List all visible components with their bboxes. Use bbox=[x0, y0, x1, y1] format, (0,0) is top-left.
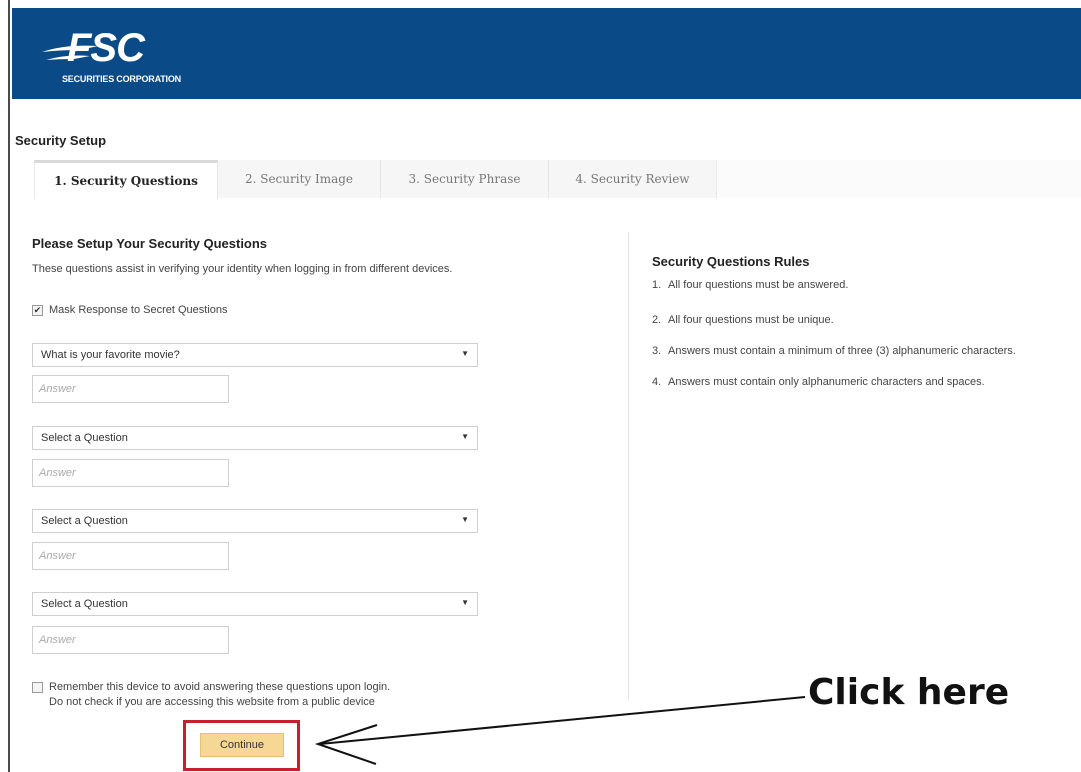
answer-placeholder: Answer bbox=[39, 550, 76, 562]
dropdown-arrow-icon: ▼ bbox=[461, 432, 469, 441]
logo-text: FSC bbox=[67, 26, 145, 70]
logo-subtitle: SECURITIES CORPORATION bbox=[62, 74, 181, 84]
question-select-2[interactable]: Select a Question ▼ bbox=[32, 426, 478, 450]
continue-button-label: Continue bbox=[219, 739, 265, 751]
answer-field-4[interactable]: Answer bbox=[32, 626, 229, 654]
page-title: Security Setup bbox=[15, 133, 107, 148]
rule-item: 4. Answers must contain only alphanumeri… bbox=[652, 375, 1052, 390]
remember-device-label: Remember this device to avoid answering … bbox=[49, 681, 391, 693]
question-select-1[interactable]: What is your favorite movie? ▼ bbox=[32, 343, 478, 367]
rule-text: All four questions must be answered. bbox=[668, 279, 849, 291]
rule-item: 3. Answers must contain a minimum of thr… bbox=[652, 344, 1032, 359]
dropdown-arrow-icon: ▼ bbox=[461, 515, 469, 524]
tab-bar-filler bbox=[717, 160, 1081, 198]
form-description: These questions assist in verifying your… bbox=[32, 263, 453, 275]
fsc-logo[interactable]: FSC SECURITIES CORPORATION bbox=[40, 18, 210, 88]
tab-security-phrase[interactable]: 3. Security Phrase bbox=[381, 160, 549, 198]
click-here-callout: Click here bbox=[808, 672, 1010, 713]
tab-security-image[interactable]: 2. Security Image bbox=[218, 160, 381, 198]
page-left-border bbox=[8, 0, 10, 772]
answer-placeholder: Answer bbox=[39, 467, 76, 479]
tab-label: 2. Security Image bbox=[244, 172, 354, 186]
remember-device-checkbox[interactable]: Remember this device to avoid answering … bbox=[32, 681, 390, 693]
rule-item: 1. All four questions must be answered. bbox=[652, 278, 1052, 293]
answer-field-1[interactable]: Answer bbox=[32, 375, 229, 403]
tab-bar: 1. Security Questions 2. Security Image … bbox=[34, 160, 1081, 199]
rules-title: Security Questions Rules bbox=[652, 254, 810, 269]
answer-field-2[interactable]: Answer bbox=[32, 459, 229, 487]
tab-security-questions[interactable]: 1. Security Questions bbox=[34, 160, 218, 199]
answer-placeholder: Answer bbox=[39, 383, 76, 395]
dropdown-arrow-icon: ▼ bbox=[461, 349, 469, 358]
rule-number: 1. bbox=[652, 279, 662, 291]
column-divider bbox=[628, 232, 629, 700]
question-select-value: Select a Question bbox=[41, 598, 128, 610]
answer-placeholder: Answer bbox=[39, 634, 76, 646]
mask-response-checkbox[interactable]: ✔ Mask Response to Secret Questions bbox=[32, 304, 228, 316]
remember-device-note: Do not check if you are accessing this w… bbox=[49, 696, 375, 708]
tab-label: 1. Security Questions bbox=[54, 174, 198, 188]
mask-response-label: Mask Response to Secret Questions bbox=[49, 304, 228, 316]
question-select-value: Select a Question bbox=[41, 515, 128, 527]
checkbox-checked-icon[interactable]: ✔ bbox=[32, 304, 43, 316]
rule-number: 2. bbox=[652, 314, 662, 326]
tab-label: 4. Security Review bbox=[575, 172, 690, 186]
continue-button[interactable]: Continue bbox=[200, 733, 284, 757]
checkbox-unchecked-icon[interactable] bbox=[32, 681, 43, 693]
form-heading: Please Setup Your Security Questions bbox=[32, 236, 268, 251]
rule-text: All four questions must be unique. bbox=[668, 314, 834, 326]
answer-field-3[interactable]: Answer bbox=[32, 542, 229, 570]
rule-item: 2. All four questions must be unique. bbox=[652, 313, 1052, 328]
question-select-4[interactable]: Select a Question ▼ bbox=[32, 592, 478, 616]
question-select-value: What is your favorite movie? bbox=[41, 349, 180, 361]
question-select-3[interactable]: Select a Question ▼ bbox=[32, 509, 478, 533]
dropdown-arrow-icon: ▼ bbox=[461, 598, 469, 607]
site-header: FSC SECURITIES CORPORATION bbox=[12, 8, 1081, 99]
tab-security-review[interactable]: 4. Security Review bbox=[549, 160, 717, 198]
rule-number: 4. bbox=[652, 376, 662, 388]
rule-number: 3. bbox=[652, 345, 662, 357]
rule-text: Answers must contain a minimum of three … bbox=[668, 345, 1016, 357]
rules-panel: Security Questions Rules 1. All four que… bbox=[652, 254, 1052, 390]
remember-device: Remember this device to avoid answering … bbox=[32, 681, 390, 708]
tab-label: 3. Security Phrase bbox=[408, 172, 521, 186]
rule-text: Answers must contain only alphanumeric c… bbox=[668, 376, 985, 388]
question-select-value: Select a Question bbox=[41, 432, 128, 444]
